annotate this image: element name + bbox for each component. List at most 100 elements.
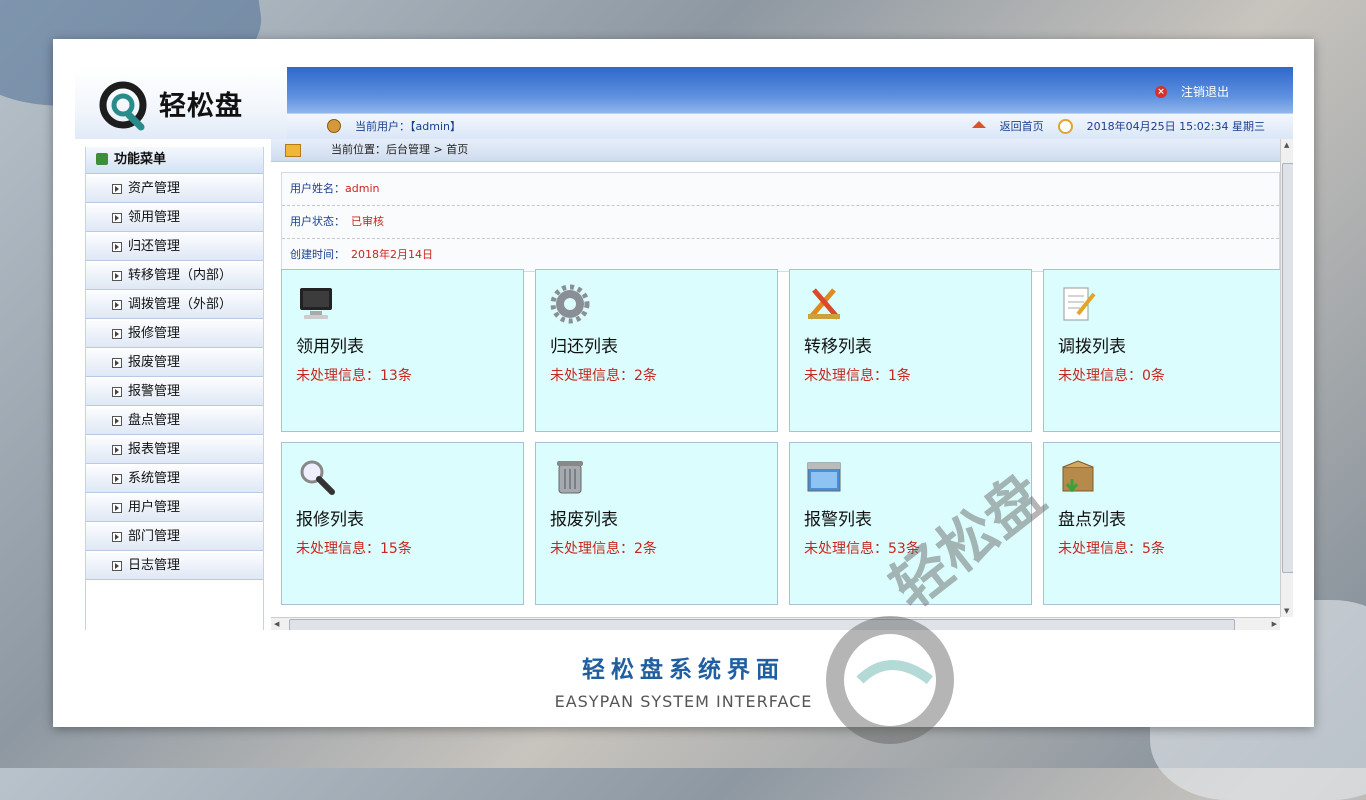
- user-name-value: admin: [345, 182, 380, 195]
- arrow-icon: [285, 144, 301, 157]
- sidebar-item-label: 日志管理: [128, 558, 181, 573]
- current-user: 当前用户：【admin】: [355, 120, 461, 133]
- tile-name: 领用列表: [296, 337, 364, 357]
- menu-title: 功能菜单: [114, 152, 167, 167]
- presentation-card: 轻松盘 × 注销退出 当前用户：【admin】 返回首页 2018年04月25日…: [53, 39, 1314, 727]
- user-bar: 当前用户：【admin】 返回首页 2018年04月25日 15:02:34 星…: [287, 113, 1293, 138]
- trash-icon: [557, 461, 583, 494]
- expand-icon: [112, 474, 122, 484]
- home-icon: [971, 120, 986, 128]
- expand-icon: [112, 300, 122, 310]
- user-status-row: 用户状态： 已审核: [282, 206, 1279, 239]
- sidebar-item[interactable]: 用户管理: [86, 495, 263, 522]
- sidebar-item[interactable]: 调拨管理（外部）: [86, 292, 263, 319]
- clock-icon: [1057, 118, 1073, 134]
- sidebar-item-label: 用户管理: [128, 500, 181, 515]
- tile-card[interactable]: 归还列表未处理信息：2条: [535, 269, 778, 432]
- tile-count: 未处理信息：13条: [296, 368, 412, 384]
- tile-count: 未处理信息：5条: [1058, 541, 1165, 557]
- tile-count: 未处理信息：1条: [804, 368, 911, 384]
- sidebar-item-label: 报警管理: [128, 384, 181, 399]
- sidebar-item-label: 报表管理: [128, 442, 181, 457]
- close-icon: ×: [1155, 85, 1167, 98]
- tile-card[interactable]: 报修列表未处理信息：15条: [281, 442, 524, 605]
- app-window: 轻松盘 × 注销退出 当前用户：【admin】 返回首页 2018年04月25日…: [75, 67, 1293, 630]
- tile-name: 报警列表: [804, 510, 872, 530]
- tile-count: 未处理信息：53条: [804, 541, 920, 557]
- tile-name: 转移列表: [804, 337, 872, 357]
- sidebar-item-label: 盘点管理: [128, 413, 181, 428]
- sidebar-item[interactable]: 部门管理: [86, 524, 263, 551]
- created-time-row: 创建时间： 2018年2月14日: [282, 239, 1279, 271]
- sidebar-item[interactable]: 日志管理: [86, 553, 263, 580]
- tile-count: 未处理信息：0条: [1058, 368, 1165, 384]
- caption-title: 轻松盘系统界面: [582, 657, 785, 683]
- tile-card[interactable]: 报废列表 未处理信息：2条: [535, 442, 778, 605]
- sidebar: 功能菜单 资产管理领用管理归还管理转移管理（内部） 调拨管理（外部） 报修管理报废管…: [85, 147, 264, 630]
- scroll-right-icon[interactable]: ▶: [1272, 620, 1277, 628]
- logo-icon: [99, 81, 147, 131]
- tile-name: 报废列表: [550, 510, 618, 530]
- created-time-value: 2018年2月14日: [351, 248, 433, 261]
- expand-icon: [112, 242, 122, 252]
- gear-icon: [550, 284, 590, 324]
- sidebar-item-label: 归还管理: [128, 239, 181, 254]
- sidebar-item[interactable]: 报表管理: [86, 437, 263, 464]
- tile-card[interactable]: 报警列表未处理信息：53条: [789, 442, 1032, 605]
- expand-icon: [112, 561, 122, 571]
- vertical-scrollbar[interactable]: ▲ ▼: [1280, 139, 1293, 617]
- user-name-label: 用户姓名：: [290, 182, 345, 195]
- sidebar-item[interactable]: 盘点管理: [86, 408, 263, 435]
- breadcrumb: 当前位置：后台管理 > 首页: [271, 139, 1280, 162]
- tile-count: 未处理信息：15条: [296, 541, 412, 557]
- logout-button[interactable]: × 注销退出: [1155, 83, 1229, 100]
- home-link[interactable]: 返回首页: [1000, 118, 1044, 134]
- tile-card[interactable]: 领用列表未处理信息：13条: [281, 269, 524, 432]
- horizontal-scrollbar[interactable]: ◀ ▶: [271, 617, 1280, 630]
- scroll-up-icon[interactable]: ▲: [1284, 141, 1289, 149]
- caption-subtitle: EASYPAN SYSTEM INTERFACE: [554, 692, 813, 711]
- tile-count: 未处理信息：2条: [550, 368, 657, 384]
- logo-area: 轻松盘: [75, 67, 287, 139]
- sidebar-item-label: 系统管理: [128, 471, 181, 486]
- tile-name: 归还列表: [550, 337, 618, 357]
- tile-name: 盘点列表: [1058, 510, 1126, 530]
- breadcrumb-text: 当前位置：后台管理 > 首页: [331, 143, 469, 156]
- sidebar-item[interactable]: 转移管理（内部）: [86, 263, 263, 290]
- menu-icon: [96, 153, 108, 165]
- window-icon: [807, 462, 841, 492]
- user-icon: [327, 119, 341, 133]
- tools-icon: [808, 288, 840, 320]
- user-name-row: 用户姓名：admin: [282, 173, 1279, 206]
- expand-icon: [112, 387, 122, 397]
- sidebar-item[interactable]: 领用管理: [86, 205, 263, 232]
- created-time-label: 创建时间：: [290, 248, 345, 261]
- sidebar-item-label: 部门管理: [128, 529, 181, 544]
- sidebar-item-label: 领用管理: [128, 210, 181, 225]
- menu-header: 功能菜单: [86, 147, 263, 174]
- tile-card[interactable]: 调拨列表 未处理信息：0条: [1043, 269, 1280, 432]
- user-info-panel: 用户姓名：admin 用户状态： 已审核 创建时间： 2018年2月14日: [281, 172, 1280, 272]
- expand-icon: [112, 358, 122, 368]
- expand-icon: [112, 503, 122, 513]
- sidebar-item[interactable]: 报修管理: [86, 321, 263, 348]
- scroll-down-icon[interactable]: ▼: [1284, 607, 1289, 615]
- scrollbar-thumb[interactable]: [1282, 163, 1293, 573]
- expand-icon: [112, 271, 122, 281]
- tile-name: 报修列表: [296, 510, 364, 530]
- logout-label: 注销退出: [1181, 85, 1230, 99]
- scrollbar-thumb[interactable]: [289, 619, 1235, 630]
- main-content: 当前位置：后台管理 > 首页 用户姓名：admin 用户状态： 已审核 创建时间：…: [271, 139, 1280, 617]
- sidebar-item[interactable]: 报废管理: [86, 350, 263, 377]
- tile-card[interactable]: 转移列表未处理信息：1条: [789, 269, 1032, 432]
- sidebar-item-label: 报废管理: [128, 355, 181, 370]
- sidebar-item[interactable]: 归还管理: [86, 234, 263, 261]
- expand-icon: [112, 445, 122, 455]
- sidebar-item[interactable]: 资产管理: [86, 176, 263, 203]
- monitor-icon: [300, 288, 332, 319]
- tile-card[interactable]: 盘点列表未处理信息：5条: [1043, 442, 1280, 605]
- sidebar-item[interactable]: 报警管理: [86, 379, 263, 406]
- sidebar-item[interactable]: 系统管理: [86, 466, 263, 493]
- magnifier-icon: [300, 460, 335, 495]
- scroll-left-icon[interactable]: ◀: [274, 620, 279, 628]
